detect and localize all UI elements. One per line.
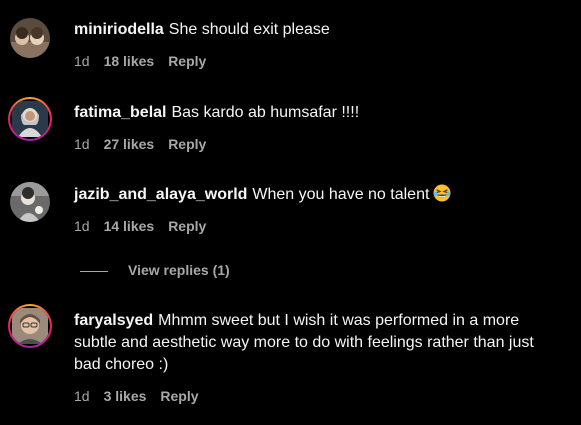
- comment-body: Bas kardo ab humsafar !!!!: [171, 104, 360, 121]
- comment-age: 1d: [74, 388, 90, 404]
- comment-text: fatima_belal Bas kardo ab humsafar !!!!: [74, 102, 564, 124]
- comment-text: miniriodella She should exit please: [74, 19, 564, 41]
- reply-button[interactable]: Reply: [168, 53, 206, 69]
- reply-button[interactable]: Reply: [160, 388, 198, 404]
- avatar-image: [10, 99, 50, 139]
- comment-username[interactable]: miniriodella: [74, 21, 164, 38]
- reply-button[interactable]: Reply: [168, 218, 206, 234]
- comment-username[interactable]: fatima_belal: [74, 104, 166, 121]
- view-replies-button[interactable]: View replies (1): [80, 262, 230, 278]
- comment-meta: 1d 18 likes Reply: [74, 53, 220, 69]
- view-replies-label: View replies (1): [128, 262, 230, 278]
- comment-meta: 1d 3 likes Reply: [74, 388, 213, 404]
- comment-username[interactable]: jazib_and_alaya_world: [74, 186, 247, 203]
- comment-likes[interactable]: 27 likes: [104, 136, 155, 152]
- comment-likes[interactable]: 18 likes: [104, 53, 155, 69]
- comment-body: When you have no talent: [252, 186, 430, 203]
- comment-body: She should exit please: [168, 21, 330, 38]
- comment-meta: 1d 14 likes Reply: [74, 218, 220, 234]
- comment-text: jazib_and_alaya_world When you have no ta…: [74, 184, 564, 206]
- comment-username[interactable]: faryalsyed: [74, 312, 153, 329]
- comment-age: 1d: [74, 53, 90, 69]
- laughing-crying-emoji-icon: [433, 184, 451, 202]
- avatar[interactable]: [8, 97, 52, 141]
- comment-age: 1d: [74, 136, 90, 152]
- comment-likes[interactable]: 14 likes: [104, 218, 155, 234]
- comment-meta: 1d 27 likes Reply: [74, 136, 220, 152]
- comment-age: 1d: [74, 218, 90, 234]
- avatar[interactable]: [10, 182, 50, 222]
- avatar[interactable]: [10, 18, 50, 58]
- avatar[interactable]: [8, 304, 52, 348]
- avatar-image: [10, 306, 50, 346]
- view-replies-divider: [80, 270, 108, 272]
- comment-likes[interactable]: 3 likes: [104, 388, 147, 404]
- comment-text: faryalsyed Mhmm sweet but I wish it was p…: [74, 310, 564, 376]
- reply-button[interactable]: Reply: [168, 136, 206, 152]
